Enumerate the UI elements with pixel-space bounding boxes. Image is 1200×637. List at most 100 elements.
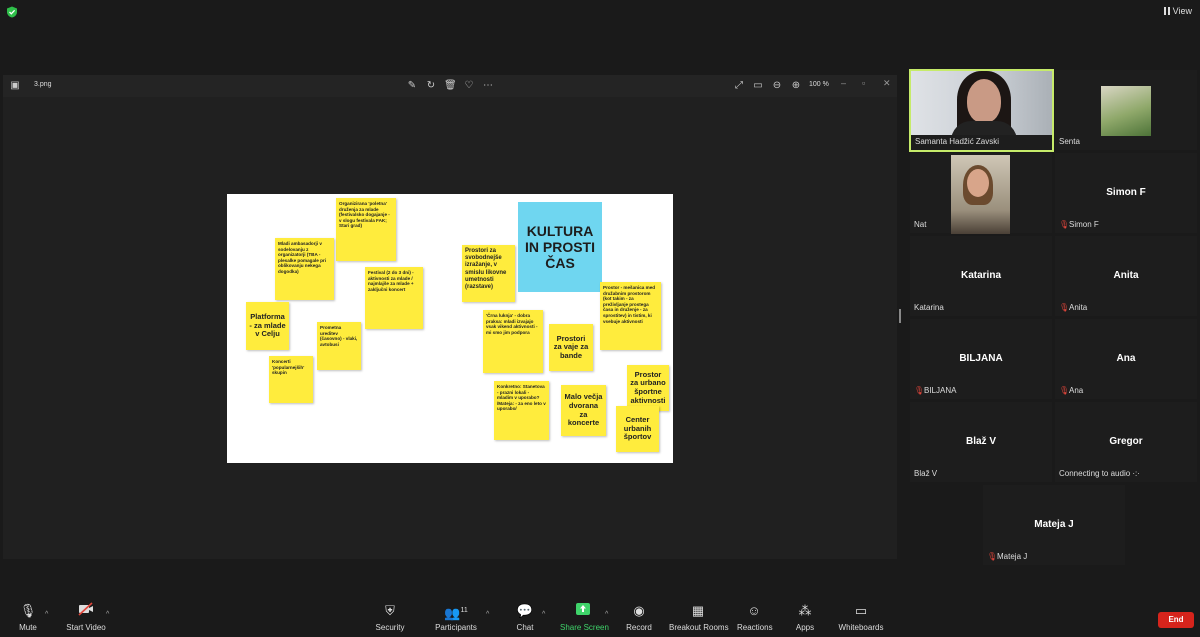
sticky-note: Platforma - za mlade v Celju bbox=[246, 302, 289, 350]
title-sticky-note: KULTURA IN PROSTI ČAS bbox=[518, 202, 602, 292]
sticky-note: Koncerti 'popularnejših' skupin bbox=[269, 356, 313, 403]
participant-video bbox=[911, 71, 1052, 135]
participant-video bbox=[951, 155, 1010, 234]
security-icon: ⛨ bbox=[385, 603, 395, 618]
file-name: 3.png bbox=[34, 81, 52, 88]
participants-icon: 👥11 bbox=[444, 605, 468, 621]
image-viewer-toolbar: ▣ 3.png ✎ ↻ 🗑 ♡ ⋯ ⤢ ▭ ⊖ ⊕ 100 % – ▫ ✕ bbox=[3, 75, 897, 97]
participant-name: Samanta Hadžić Zavski bbox=[915, 137, 1000, 146]
chat-caret-icon[interactable]: ^ bbox=[542, 611, 545, 618]
sticky-note: Prometna ureditev (časovno) - vlaki, avt… bbox=[317, 322, 361, 370]
participants-caret-icon[interactable]: ^ bbox=[486, 611, 489, 618]
video-off-icon bbox=[66, 602, 106, 620]
participant-center-name: Mateja J bbox=[1034, 519, 1074, 530]
participants-count: 11 bbox=[460, 607, 468, 614]
sticky-note: Mladi ambasadorji v sodelovanju z organi… bbox=[275, 238, 334, 300]
zoom-in-icon[interactable]: ⊕ bbox=[790, 80, 802, 92]
maximize-icon[interactable]: ▫ bbox=[862, 78, 865, 88]
mute-button[interactable]: 🎙 Mute bbox=[14, 602, 42, 632]
sticky-note: Prostor - mešanica med družabnim prostor… bbox=[600, 282, 661, 350]
breakout-rooms-button[interactable]: ▦ Breakout Rooms bbox=[669, 602, 729, 632]
sticky-note: Prostor za urbano športne aktivnosti bbox=[627, 365, 669, 411]
participant-tile[interactable]: Samanta Hadžić Zavski bbox=[909, 69, 1054, 152]
view-button[interactable]: View bbox=[1163, 6, 1192, 16]
participant-tile[interactable]: Blaž V Blaž V bbox=[910, 402, 1052, 482]
mic-muted-icon: 🎙 bbox=[987, 551, 998, 561]
sticky-note: Prostori za vaje za bande bbox=[549, 324, 593, 371]
participant-center-name: Blaž V bbox=[965, 436, 996, 447]
participant-center-name: Ana bbox=[1116, 353, 1136, 364]
more-icon[interactable]: ⋯ bbox=[482, 80, 494, 92]
meeting-controls: 🎙 Mute ^ Start Video ^ ⛨ Security 👥11 Pa… bbox=[0, 602, 1200, 637]
apps-button[interactable]: ⁂ Apps bbox=[794, 602, 816, 632]
microphone-icon: 🎙 bbox=[19, 603, 37, 618]
share-screen-button[interactable]: Share Screen bbox=[560, 602, 609, 632]
zoom-out-icon[interactable]: ⊖ bbox=[771, 80, 783, 92]
participant-tile[interactable]: Katarina Katarina bbox=[910, 236, 1052, 316]
mic-muted-icon: 🎙 bbox=[1059, 385, 1070, 395]
favorite-icon[interactable]: ♡ bbox=[463, 80, 475, 92]
sticky-note: Prostori za svobodnejše izražanje, v smi… bbox=[462, 245, 515, 302]
participant-tile[interactable]: BILJANA 🎙 BILJANA bbox=[910, 319, 1052, 399]
participant-tile[interactable]: Mateja J 🎙 Mateja J bbox=[983, 485, 1125, 565]
chat-button[interactable]: 💬 Chat bbox=[515, 602, 535, 632]
end-meeting-button[interactable]: End bbox=[1158, 612, 1194, 628]
sticky-note: 'Črna luknja' - dobra praksa: mladi izva… bbox=[483, 310, 543, 373]
reactions-icon: ☺ bbox=[747, 603, 761, 618]
participant-name: Connecting to audio ·:· bbox=[1059, 469, 1140, 478]
participant-center-name: Gregor bbox=[1109, 436, 1143, 447]
start-video-button[interactable]: Start Video bbox=[66, 602, 106, 632]
sticky-note: Malo večja dvorana za koncerte bbox=[561, 385, 606, 436]
mic-muted-icon: 🎙 bbox=[1059, 219, 1070, 229]
participant-tile[interactable]: Gregor Connecting to audio ·:· bbox=[1055, 402, 1197, 482]
participant-name: BILJANA bbox=[924, 386, 957, 395]
edit-image-icon[interactable]: ✎ bbox=[406, 80, 418, 92]
split-resize-handle[interactable] bbox=[899, 309, 901, 323]
sticky-note: Organizirana 'poletna' druženja za mlade… bbox=[336, 198, 396, 261]
participant-name: Blaž V bbox=[914, 469, 938, 478]
participant-center-name: BILJANA bbox=[959, 353, 1003, 364]
participant-name: Ana bbox=[1069, 386, 1084, 395]
sticky-note: Festival (2 do 3 dni) - aktivnosti za ml… bbox=[365, 267, 423, 329]
participant-name: Mateja J bbox=[997, 552, 1028, 561]
participant-name: Nat bbox=[914, 220, 927, 229]
fit-icon[interactable]: ⤢ bbox=[733, 80, 745, 92]
apps-icon: ⁂ bbox=[798, 603, 812, 618]
view-label: View bbox=[1172, 6, 1192, 16]
audio-options-caret-icon[interactable]: ^ bbox=[45, 611, 48, 618]
actual-size-icon[interactable]: ▭ bbox=[752, 80, 764, 92]
gallery-icon[interactable]: ▣ bbox=[9, 80, 21, 92]
participant-center-name: Anita bbox=[1113, 270, 1139, 281]
participants-button[interactable]: 👥11 Participants bbox=[434, 602, 478, 632]
participant-avatar bbox=[1101, 86, 1151, 136]
share-options-caret-icon[interactable]: ^ bbox=[605, 611, 608, 618]
delete-icon[interactable]: 🗑 bbox=[444, 80, 457, 92]
participant-tile[interactable]: Ana 🎙 Ana bbox=[1055, 319, 1197, 399]
participant-name: Anita bbox=[1069, 303, 1088, 312]
mic-muted-icon: 🎙 bbox=[914, 385, 925, 395]
record-button[interactable]: ◉ Record bbox=[625, 602, 653, 632]
participant-name: Simon F bbox=[1069, 220, 1099, 229]
participant-name: Katarina bbox=[914, 303, 944, 312]
security-shield-icon bbox=[7, 6, 17, 18]
minimize-icon[interactable]: – bbox=[841, 78, 846, 88]
participant-tile[interactable]: Senta bbox=[1055, 70, 1197, 150]
zoom-level: 100 % bbox=[809, 81, 829, 88]
video-options-caret-icon[interactable]: ^ bbox=[106, 611, 109, 618]
rotate-icon[interactable]: ↻ bbox=[425, 80, 437, 92]
close-icon[interactable]: ✕ bbox=[883, 78, 891, 89]
participant-center-name: Katarina bbox=[960, 270, 1001, 281]
participant-tile[interactable]: Simon F 🎙 Simon F bbox=[1055, 153, 1197, 233]
security-button[interactable]: ⛨ Security bbox=[374, 602, 406, 632]
whiteboards-button[interactable]: ▭ Whiteboards bbox=[838, 602, 884, 632]
participant-center-name: Simon F bbox=[1106, 187, 1146, 198]
breakout-rooms-icon: ▦ bbox=[691, 603, 705, 618]
participant-tile[interactable]: Nat bbox=[910, 153, 1052, 234]
share-screen-icon bbox=[560, 602, 606, 620]
participant-name: Senta bbox=[1059, 137, 1080, 146]
sticky-note: Center urbanih športov bbox=[616, 406, 659, 452]
whiteboard-icon: ▭ bbox=[854, 603, 868, 618]
slide-image: Organizirana 'poletna' druženja za mlade… bbox=[227, 194, 673, 463]
reactions-button[interactable]: ☺ Reactions bbox=[737, 602, 773, 632]
participant-tile[interactable]: Anita 🎙 Anita bbox=[1055, 236, 1197, 316]
